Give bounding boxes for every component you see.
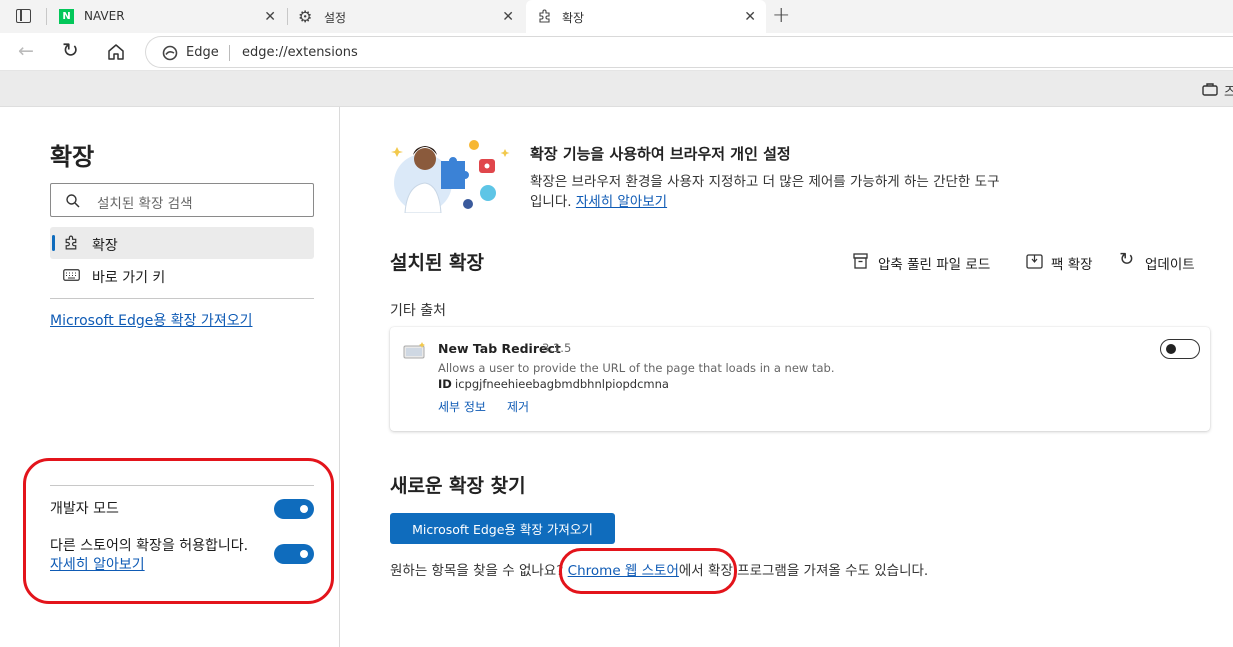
highlight-annotation [559, 548, 737, 594]
sidebar-item-label: 바로 가기 키 [92, 270, 166, 286]
extension-card: New Tab Redirect 3.1.5 Allows a user to … [390, 327, 1210, 431]
tab-settings[interactable]: ⚙ 설정 ✕ [288, 0, 524, 33]
favorites-bar: 즈 [0, 71, 1233, 107]
extension-id: icpgjfneehieebagbmdbhnlpiopdcmna [455, 377, 669, 391]
get-extensions-link[interactable]: Microsoft Edge용 확장 가져오기 [50, 310, 252, 330]
search-placeholder: 설치된 확장 검색 [97, 196, 193, 212]
keyboard-icon [63, 269, 80, 281]
section-label: 기타 출처 [390, 303, 446, 319]
refresh-icon: ↻ [1119, 249, 1135, 270]
sidebar-title: 확장 [50, 143, 95, 171]
promo-title: 확장 기능을 사용하여 브라우저 개인 설정 [530, 145, 791, 163]
divider [50, 298, 314, 299]
details-link[interactable]: 세부 정보 [438, 398, 486, 415]
main-content: 확장 기능을 사용하여 브라우저 개인 설정 확장은 브라우저 환경을 사용자 … [341, 107, 1233, 647]
favorites-overflow-text[interactable]: 즈 [1224, 81, 1233, 100]
find-text-before: 원하는 항목을 찾을 수 없나요? [390, 563, 568, 579]
address-bar[interactable]: Edge edge://extensions [145, 36, 1233, 68]
tab-title: 확장 [562, 11, 585, 25]
extension-id-label: ID [438, 377, 452, 391]
puzzle-icon [539, 9, 550, 23]
promo-learn-more-link[interactable]: 자세히 알아보기 [576, 194, 667, 210]
edge-logo-icon [162, 45, 178, 61]
get-extensions-button[interactable]: Microsoft Edge용 확장 가져오기 [390, 513, 615, 544]
puzzle-icon [65, 235, 77, 250]
tab-naver[interactable]: N NAVER ✕ [50, 0, 286, 33]
promo-description-text: 입니다. [530, 194, 572, 210]
edge-brand-label: Edge [186, 45, 219, 60]
tab-title: 설정 [324, 11, 347, 25]
box-icon [853, 253, 868, 269]
close-icon[interactable]: ✕ [502, 9, 514, 25]
extension-version: 3.1.5 [542, 341, 572, 355]
sidebar-item-label: 확장 [92, 238, 118, 254]
home-icon[interactable] [107, 43, 125, 61]
extension-enable-toggle[interactable] [1160, 339, 1200, 359]
new-tab-button[interactable]: + [772, 3, 790, 28]
gear-icon: ⚙ [298, 7, 313, 26]
close-icon[interactable]: ✕ [744, 9, 756, 25]
action-label: 팩 확장 [1051, 257, 1093, 273]
sidebar-item-extensions[interactable]: 확장 [50, 227, 314, 259]
extension-logo-icon [403, 342, 425, 359]
tab-strip: N NAVER ✕ ⚙ 설정 ✕ 확장 ✕ + [0, 0, 1233, 33]
extensions-illustration [391, 140, 510, 213]
promo-description-end: 입니다. 자세히 알아보기 [530, 190, 667, 210]
url-text[interactable]: edge://extensions [242, 45, 358, 60]
tab-actions-icon[interactable] [16, 9, 31, 23]
close-icon[interactable]: ✕ [264, 9, 276, 25]
divider [229, 45, 230, 61]
action-label: 압축 풀린 파일 로드 [878, 257, 991, 273]
highlight-annotation [23, 458, 334, 604]
installed-title: 설치된 확장 [390, 252, 485, 274]
sidebar: 확장 설치된 확장 검색 확장 바로 가기 키 Microsoft Edge용 … [0, 107, 340, 647]
extension-description: Allows a user to provide the URL of the … [438, 361, 835, 375]
search-icon [66, 194, 80, 208]
tab-extensions[interactable]: 확장 ✕ [526, 0, 766, 33]
naver-logo-icon: N [59, 9, 74, 24]
package-icon [1026, 254, 1043, 269]
find-title: 새로운 확장 찾기 [390, 475, 526, 497]
promo-description: 확장은 브라우저 환경을 사용자 지정하고 더 많은 제어를 가능하게 하는 간… [530, 174, 1000, 190]
remove-link[interactable]: 제거 [507, 398, 529, 415]
toolbar: ← ↻ Edge edge://extensions [0, 33, 1233, 71]
selection-indicator [52, 235, 55, 251]
briefcase-icon[interactable] [1202, 82, 1218, 96]
sidebar-item-shortcuts[interactable]: 바로 가기 키 [50, 259, 314, 291]
search-input[interactable]: 설치된 확장 검색 [50, 183, 314, 217]
refresh-icon[interactable]: ↻ [62, 38, 79, 62]
tab-title: NAVER [84, 9, 125, 23]
back-arrow-icon[interactable]: ← [18, 40, 34, 62]
action-label: 업데이트 [1145, 257, 1195, 273]
